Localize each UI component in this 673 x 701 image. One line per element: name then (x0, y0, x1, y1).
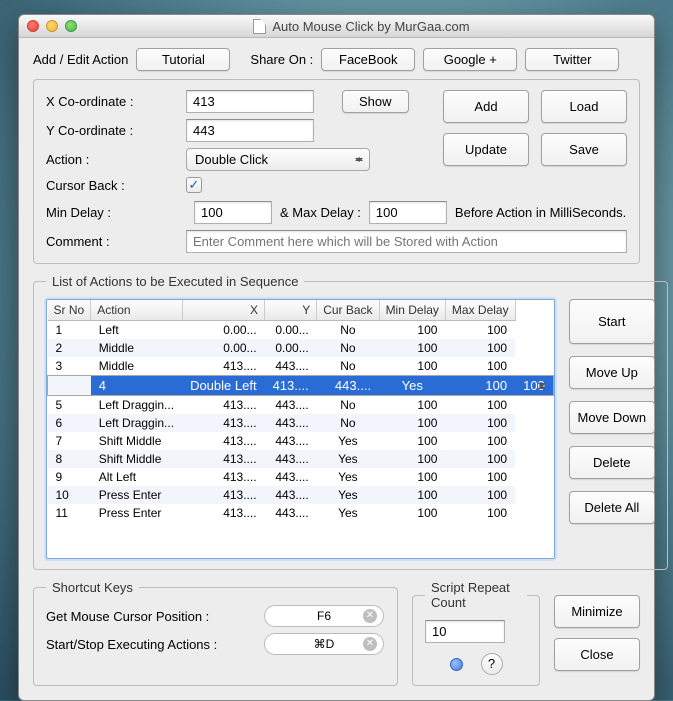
delete-button[interactable]: Delete (569, 446, 655, 479)
clear-icon[interactable]: ✕ (363, 609, 377, 623)
help-button[interactable]: ? (481, 653, 503, 675)
share-on-label: Share On : (250, 52, 313, 67)
minimize-button[interactable]: Minimize (554, 595, 640, 628)
shortcut-legend: Shortcut Keys (46, 580, 139, 595)
repeat-legend: Script Repeat Count (425, 580, 527, 610)
cursor-back-checkbox[interactable]: ✓ (186, 177, 202, 193)
delete-all-button[interactable]: Delete All (569, 491, 655, 524)
add-button[interactable]: Add (443, 90, 529, 123)
table-header-row: Sr No Action X Y Cur Back Min Delay Max … (48, 300, 554, 321)
twitter-button[interactable]: Twitter (525, 48, 619, 71)
col-action[interactable]: Action (91, 300, 182, 321)
table-row[interactable]: 5Left Draggin...413....443....No100100 (48, 396, 554, 415)
table-row[interactable]: 7Shift Middle413....443....Yes100100 (48, 432, 554, 450)
zoom-window-button[interactable] (65, 20, 77, 32)
table-row[interactable]: 1Left0.00...0.00...No100100 (48, 321, 554, 340)
list-fieldset: List of Actions to be Executed in Sequen… (33, 274, 668, 570)
start-button[interactable]: Start (569, 299, 655, 344)
col-mindelay[interactable]: Min Delay (379, 300, 445, 321)
comment-label: Comment : (46, 234, 178, 249)
move-up-button[interactable]: Move Up (569, 356, 655, 389)
table-row[interactable]: 8Shift Middle413....443....Yes100100 (48, 450, 554, 468)
close-window-button[interactable] (27, 20, 39, 32)
app-window: Auto Mouse Click by MurGaa.com Add / Edi… (18, 14, 655, 701)
col-sr[interactable]: Sr No (48, 300, 91, 321)
list-legend: List of Actions to be Executed in Sequen… (46, 274, 304, 289)
col-y[interactable]: Y (265, 300, 317, 321)
tutorial-button[interactable]: Tutorial (136, 48, 230, 71)
get-pos-key-field[interactable]: F6 ✕ (264, 605, 384, 627)
y-coord-label: Y Co-ordinate : (46, 123, 178, 138)
table-row[interactable]: 3Middle413....443....No100100 (48, 357, 554, 376)
document-icon (253, 19, 266, 34)
titlebar[interactable]: Auto Mouse Click by MurGaa.com (19, 15, 654, 38)
table-row[interactable]: 6Left Draggin...413....443....No100100 (48, 414, 554, 432)
max-delay-label: & Max Delay : (280, 205, 361, 220)
y-coord-input[interactable] (186, 119, 314, 142)
minimize-window-button[interactable] (46, 20, 58, 32)
comment-input[interactable] (186, 230, 627, 253)
col-curback[interactable]: Cur Back (317, 300, 379, 321)
action-label: Action : (46, 152, 178, 167)
update-button[interactable]: Update (443, 133, 529, 166)
actions-table[interactable]: Sr No Action X Y Cur Back Min Delay Max … (46, 299, 555, 559)
get-pos-label: Get Mouse Cursor Position : (46, 609, 256, 624)
move-down-button[interactable]: Move Down (569, 401, 655, 434)
cursor-back-label: Cursor Back : (46, 178, 178, 193)
table-row[interactable]: 4Double Left413....443....Yes100100 (48, 376, 554, 396)
facebook-button[interactable]: FaceBook (321, 48, 415, 71)
x-coord-label: X Co-ordinate : (46, 94, 178, 109)
show-button[interactable]: Show (342, 90, 409, 113)
table-row[interactable]: 2Middle0.00...0.00...No100100 (48, 339, 554, 357)
google-plus-button[interactable]: Google + (423, 48, 517, 71)
table-row[interactable]: 9Alt Left413....443....Yes100100 (48, 468, 554, 486)
col-x[interactable]: X (182, 300, 265, 321)
load-button[interactable]: Load (541, 90, 627, 123)
status-dot-icon (450, 658, 463, 671)
delay-suffix: Before Action in MilliSeconds. (455, 205, 626, 220)
x-coord-input[interactable] (186, 90, 314, 113)
start-stop-key-field[interactable]: ⌘D ✕ (264, 633, 384, 655)
title-center: Auto Mouse Click by MurGaa.com (77, 19, 646, 34)
traffic-lights (27, 20, 77, 32)
add-edit-fieldset: X Co-ordinate : Show Y Co-ordinate : Act… (33, 79, 640, 264)
table-row[interactable]: 11Press Enter413....443....Yes100100 (48, 504, 554, 522)
col-maxdelay[interactable]: Max Delay (445, 300, 515, 321)
shortcut-fieldset: Shortcut Keys Get Mouse Cursor Position … (33, 580, 398, 686)
repeat-count-input[interactable] (425, 620, 505, 643)
start-stop-label: Start/Stop Executing Actions : (46, 637, 256, 652)
repeat-fieldset: Script Repeat Count ? (412, 580, 540, 686)
window-title: Auto Mouse Click by MurGaa.com (272, 19, 469, 34)
table-row[interactable]: 10Press Enter413....443....Yes100100 (48, 486, 554, 504)
add-edit-label: Add / Edit Action (33, 52, 128, 67)
close-button[interactable]: Close (554, 638, 640, 671)
max-delay-input[interactable] (369, 201, 447, 224)
min-delay-input[interactable] (194, 201, 272, 224)
clear-icon[interactable]: ✕ (363, 637, 377, 651)
min-delay-label: Min Delay : (46, 205, 136, 220)
action-select[interactable]: Double Click (186, 148, 370, 171)
save-button[interactable]: Save (541, 133, 627, 166)
